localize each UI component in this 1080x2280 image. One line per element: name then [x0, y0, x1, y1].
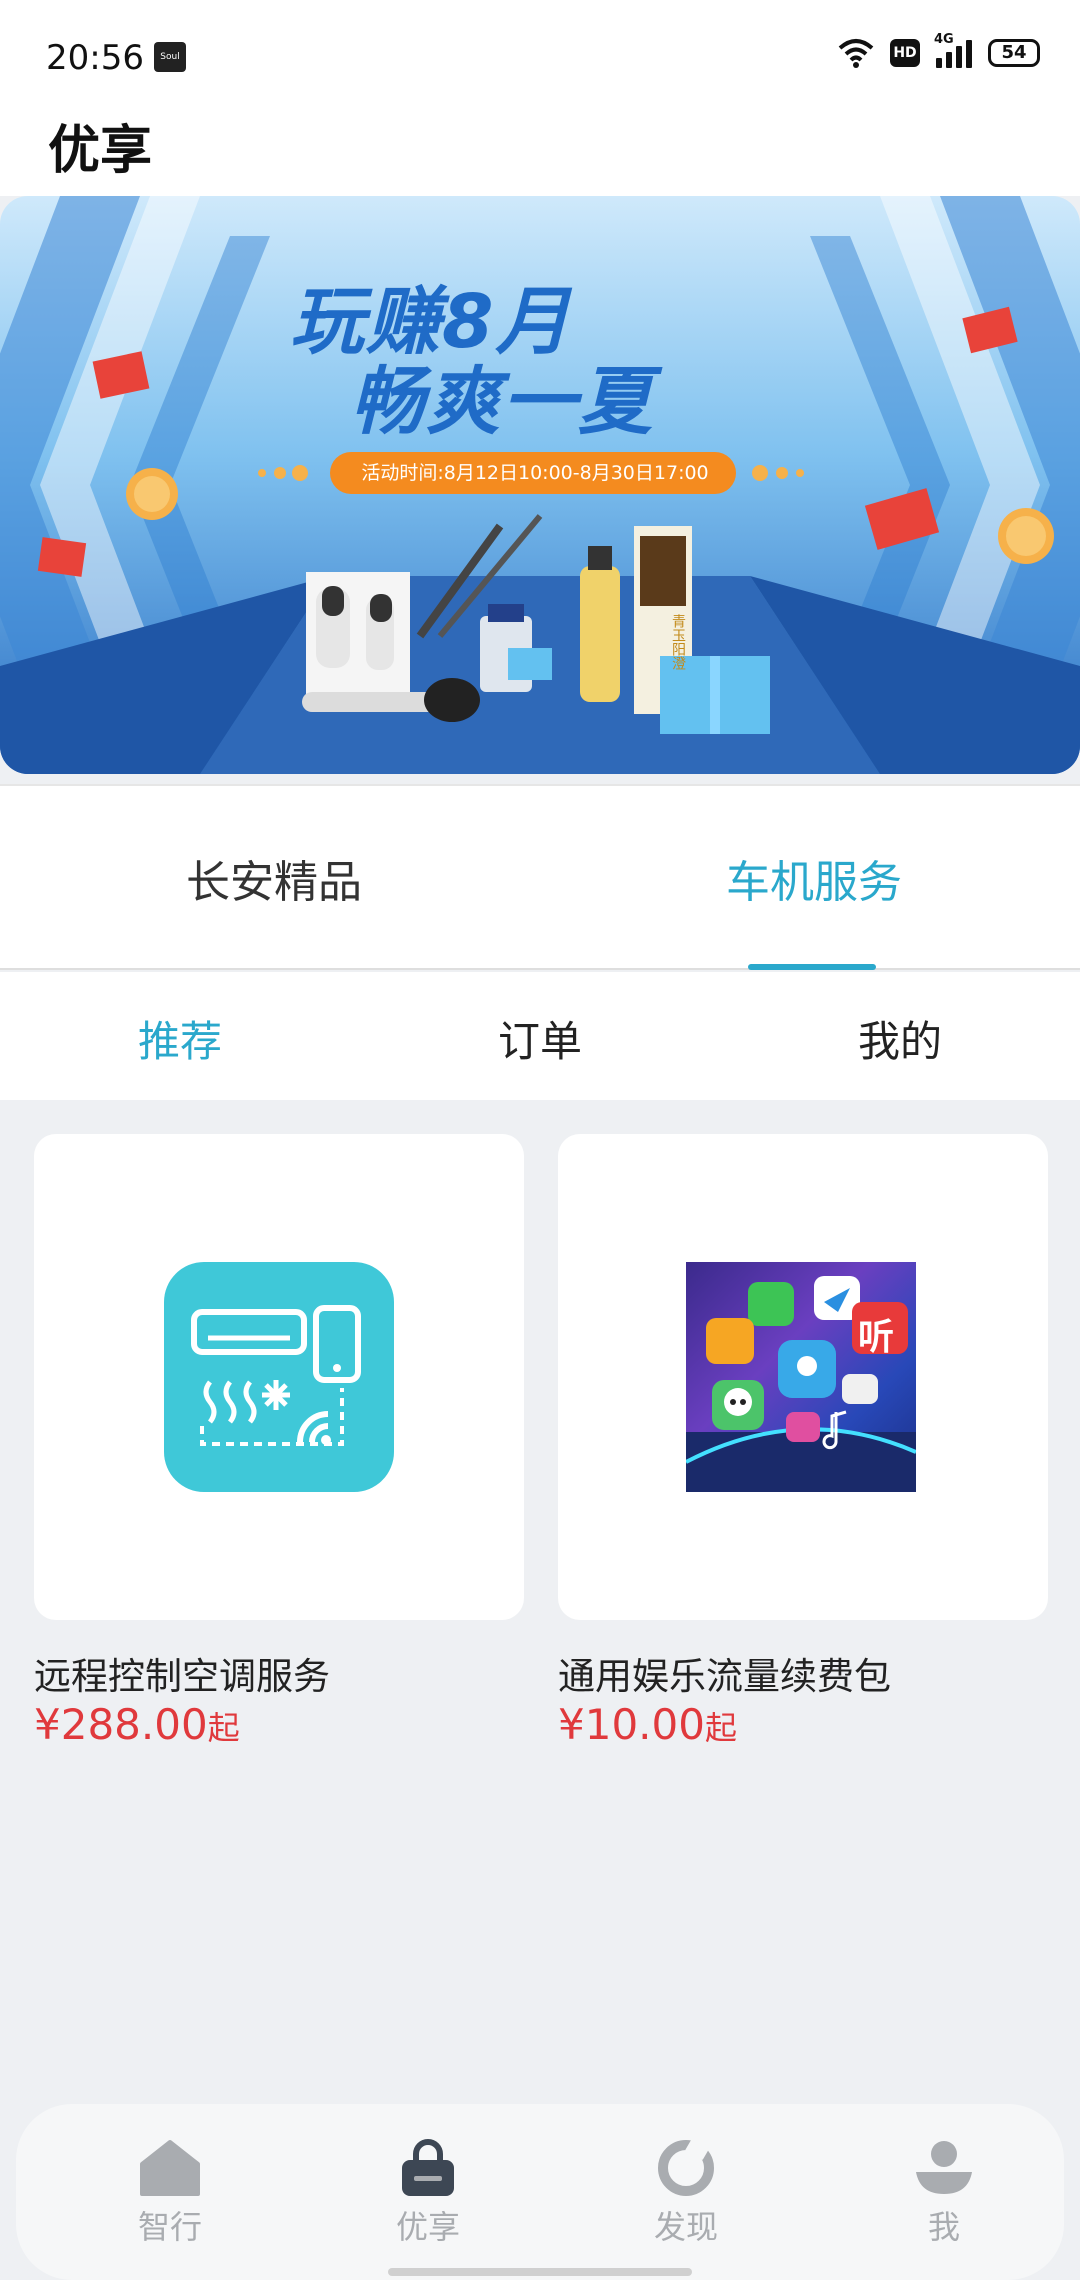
entertainment-apps-icon: 听 — [686, 1262, 916, 1492]
product-price: ¥10.00起 — [558, 1700, 737, 1749]
price-suffix: 起 — [207, 1709, 240, 1747]
banner-headline-line2: 畅爽一夏 — [350, 359, 654, 445]
nav-item-me[interactable]: 我 — [874, 2138, 1014, 2248]
bottom-navigation: 智行 优享 发现 我 — [16, 2104, 1064, 2280]
banner-bottle-label: 青玉阳澄 — [670, 614, 686, 670]
status-time: 20:56 — [46, 38, 144, 78]
network-type: 4G — [934, 32, 954, 47]
sub-tabs: 推荐 订单 我的 — [0, 972, 1080, 1100]
shopping-bag-icon — [402, 2139, 454, 2196]
tab-vehicle-services[interactable]: 车机服务 — [726, 846, 902, 910]
status-bar: 20:56 Soul HD 4G 54 — [0, 0, 1080, 110]
home-indicator[interactable] — [388, 2268, 692, 2276]
nav-label: 我 — [927, 2208, 960, 2246]
battery-indicator: 54 — [988, 39, 1040, 67]
banner-activity-time: 活动时间:8月12日10:00-8月30日17:00 — [361, 462, 709, 484]
tab-changan-boutique[interactable]: 长安精品 — [186, 846, 362, 910]
nav-item-smart-travel[interactable]: 智行 — [100, 2138, 240, 2248]
subtab-orders[interactable]: 订单 — [498, 1008, 582, 1069]
status-indicators: HD 4G 54 — [838, 32, 1040, 68]
nav-label: 优享 — [395, 2208, 460, 2246]
product-price: ¥288.00起 — [34, 1700, 240, 1749]
nav-label: 发现 — [653, 2208, 718, 2246]
soul-app-icon: Soul — [154, 42, 186, 72]
cellular-signal-icon: 4G — [934, 32, 972, 68]
nav-label: 智行 — [137, 2208, 202, 2246]
home-icon — [140, 2140, 200, 2196]
page-title: 优享 — [48, 121, 153, 181]
nav-item-premium[interactable]: 优享 — [358, 2138, 498, 2248]
listen-app-label: 听 — [858, 1317, 895, 1358]
user-icon — [916, 2141, 972, 2194]
page-header: 优享 — [0, 100, 1080, 196]
active-tab-indicator — [748, 964, 876, 970]
nav-item-discover[interactable]: 发现 — [616, 2138, 756, 2248]
category-tabs: 长安精品 车机服务 — [0, 784, 1080, 970]
price-value: ¥288.00 — [34, 1700, 208, 1749]
product-card-entertainment-data[interactable]: 听 — [558, 1134, 1048, 1620]
promo-banner[interactable]: 玩赚8月 畅爽一夏 活动时间:8月12日10:00-8月30日17:00 青玉阳… — [0, 196, 1080, 774]
price-suffix: 起 — [704, 1709, 737, 1747]
hd-badge: HD — [890, 39, 920, 67]
wifi-icon — [838, 39, 874, 68]
price-value: ¥10.00 — [558, 1700, 705, 1749]
discover-icon — [658, 2138, 714, 2196]
subtab-recommended[interactable]: 推荐 — [138, 1008, 222, 1069]
subtab-mine[interactable]: 我的 — [858, 1008, 942, 1069]
product-name[interactable]: 远程控制空调服务 — [34, 1646, 330, 1700]
product-card-remote-ac[interactable] — [34, 1134, 524, 1620]
product-name[interactable]: 通用娱乐流量续费包 — [558, 1646, 891, 1700]
remote-ac-icon — [164, 1262, 394, 1492]
